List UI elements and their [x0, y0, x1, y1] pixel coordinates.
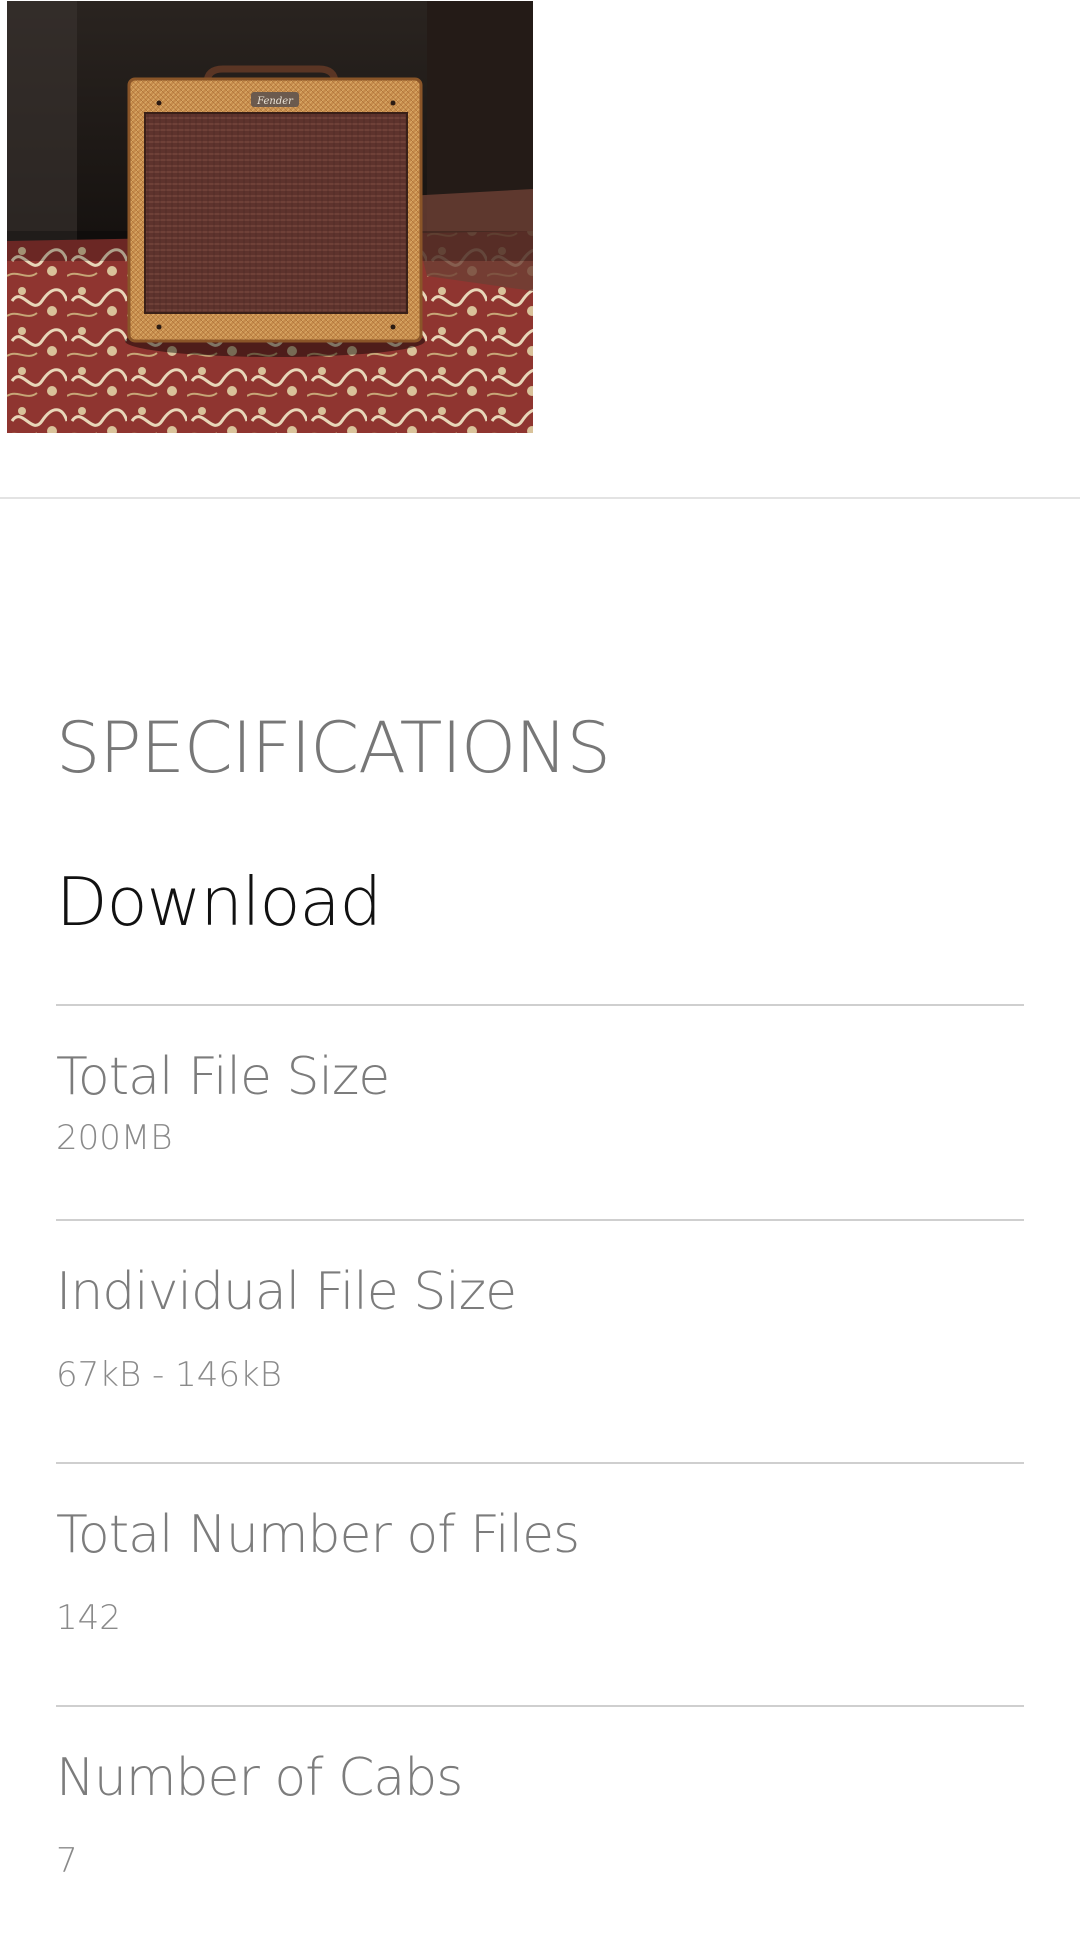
spec-list: Total File Size 200MB Individual File Si… — [56, 1004, 1024, 1935]
specifications-section: SPECIFICATIONS Download Total File Size … — [56, 700, 1024, 1935]
spec-label: Individual File Size — [56, 1262, 517, 1322]
spec-label: Total File Size — [56, 1047, 390, 1107]
spec-label: Total Number of Files — [56, 1505, 580, 1565]
spec-row-total-number-of-files: Total Number of Files 142 — [56, 1462, 1024, 1705]
product-image: Fender — [7, 1, 533, 433]
spec-label: Number of Cabs — [56, 1748, 463, 1808]
spec-value: 7 — [56, 1841, 78, 1881]
download-heading: Download — [56, 863, 382, 941]
spec-row-individual-file-size: Individual File Size 67kB - 146kB — [56, 1219, 1024, 1462]
spec-row-total-file-size: Total File Size 200MB — [56, 1004, 1024, 1219]
section-divider — [0, 497, 1080, 499]
specifications-heading: SPECIFICATIONS — [56, 707, 611, 789]
amp-badge-text: Fender — [256, 96, 294, 107]
spec-value: 200MB — [56, 1118, 173, 1158]
spec-value: 67kB - 146kB — [56, 1355, 282, 1395]
spec-row-number-of-cabs: Number of Cabs 7 — [56, 1705, 1024, 1935]
spec-value: 142 — [56, 1598, 121, 1638]
